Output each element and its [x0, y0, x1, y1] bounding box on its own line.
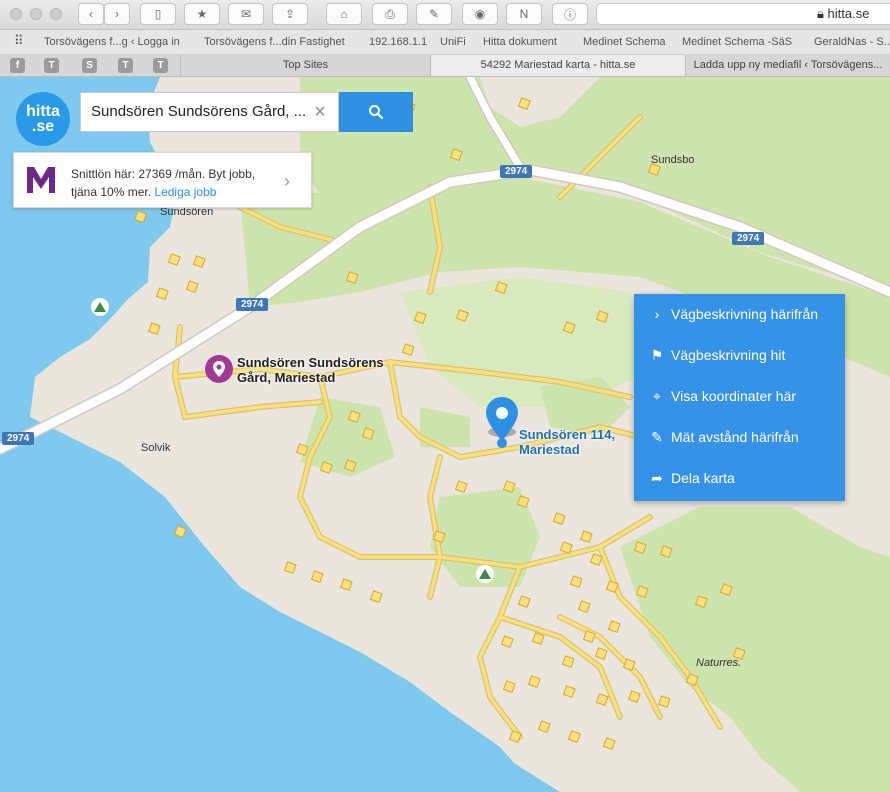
minimize-window-button[interactable]	[30, 8, 42, 20]
info-icon: ⓘ	[563, 7, 576, 22]
pinned-tab[interactable]: T	[118, 58, 133, 73]
bookmark-item[interactable]: Medinet Schema	[583, 36, 666, 48]
ruler-icon: ✎	[651, 429, 663, 445]
monster-logo-icon	[27, 167, 55, 193]
bookmark-item[interactable]: 192.168.1.1	[369, 36, 427, 48]
pinned-tab[interactable]: S	[82, 58, 97, 73]
onenote-button[interactable]: N	[506, 3, 542, 25]
chevron-right-icon: ›	[654, 306, 660, 322]
bookmarks-bar: ⠿ Torsövägens f...g ‹ Logga in Torsöväge…	[0, 30, 890, 55]
share-button[interactable]: ⇪	[272, 3, 308, 25]
road-number-badge: 2974	[732, 232, 765, 245]
search-button[interactable]	[339, 92, 413, 132]
pinned-tab[interactable]: T	[44, 58, 59, 73]
edit-button[interactable]: ✎	[416, 3, 452, 25]
pinned-tab-facebook[interactable]: f	[10, 58, 25, 73]
grid-icon[interactable]: ⠿	[14, 33, 24, 49]
bookmark-item[interactable]: UniFi	[440, 36, 466, 48]
poi-marker[interactable]	[204, 355, 234, 387]
jobs-link[interactable]: Lediga jobb	[154, 185, 216, 199]
close-window-button[interactable]	[10, 8, 22, 20]
clear-search-button[interactable]: ×	[311, 101, 329, 123]
star-icon: ★	[196, 7, 208, 21]
hitta-logo[interactable]: hitta .se	[16, 92, 70, 146]
print-button[interactable]: ⎙	[372, 3, 408, 25]
extension-button[interactable]: ◉	[462, 3, 498, 25]
ad-text: Snittlön här: 27369 /mån. Byt jobb, tjän…	[71, 167, 256, 199]
chevron-right-icon: ›	[284, 171, 290, 191]
zoom-window-button[interactable]	[50, 8, 62, 20]
sidebar-button[interactable]: ▯	[140, 3, 176, 25]
place-label: Naturres.	[696, 657, 742, 669]
sidebar-icon: ▯	[154, 7, 162, 21]
share-icon: ⇪	[284, 7, 296, 21]
chevron-left-icon: ‹	[89, 7, 93, 21]
info-button[interactable]: ⓘ	[552, 3, 588, 25]
address-label: Sundsören 114, Mariestad	[519, 427, 616, 457]
road-number-badge: 2974	[500, 165, 533, 178]
menu-item-directions-to[interactable]: ⚑ Vägbeskrivning hit	[634, 335, 845, 376]
mail-icon: ✉	[240, 7, 252, 21]
tab-hitta-map[interactable]: 54292 Mariestad karta - hitta.se	[430, 55, 685, 76]
mail-button[interactable]: ✉	[228, 3, 264, 25]
lock-icon: 🔒︎	[817, 6, 824, 21]
road-number-badge: 2974	[236, 298, 269, 311]
road-number-badge: 2974	[2, 432, 35, 445]
search-input[interactable]: Sundsören Sundsörens Gård, ...	[80, 92, 339, 132]
tab-top-sites[interactable]: Top Sites	[180, 55, 430, 76]
url-text: hitta.se	[827, 6, 870, 21]
bookmark-item[interactable]: Medinet Schema -SäS	[682, 36, 792, 48]
back-button[interactable]: ‹	[78, 3, 104, 25]
bookmark-item[interactable]: GeraldNas - S...	[814, 36, 890, 48]
chevron-right-icon: ›	[115, 7, 119, 21]
search-icon	[369, 105, 384, 120]
poi-label: Sundsören Sundsörens Gård, Mariestad	[237, 355, 384, 385]
forward-button[interactable]: ›	[104, 3, 130, 25]
share-icon: ➦	[651, 470, 663, 486]
pencil-icon: ✎	[428, 7, 440, 21]
record-icon: ◉	[474, 7, 486, 21]
menu-item-share-map[interactable]: ➦ Dela karta	[634, 458, 845, 499]
crosshair-icon: ⌖	[653, 388, 661, 404]
place-label: Sundsbo	[651, 154, 695, 166]
address-bar[interactable]: 🔒︎ hitta.se	[596, 3, 890, 25]
menu-item-show-coordinates[interactable]: ⌖ Visa koordinater här	[634, 376, 845, 417]
map-context-menu: › Vägbeskrivning härifrån ⚑ Vägbeskrivni…	[634, 294, 845, 501]
menu-item-measure-distance[interactable]: ✎ Mät avstånd härifrån	[634, 417, 845, 458]
printer-icon: ⎙	[385, 6, 395, 21]
bookmark-button[interactable]: ★	[184, 3, 220, 25]
tab-upload-media[interactable]: Ladda upp ny mediafil ‹ Torsövägens...	[685, 55, 890, 76]
pinned-tab[interactable]: T	[153, 58, 168, 73]
home-icon: ⌂	[340, 7, 348, 21]
job-ad-banner[interactable]: Snittlön här: 27369 /mån. Byt jobb, tjän…	[13, 152, 312, 208]
flag-icon: ⚑	[650, 347, 664, 363]
browser-toolbar: ‹ › ▯ ★ ✉ ⇪ ⌂ ⎙ ✎ ◉ N ⓘ 🔒︎ hitta.se	[0, 0, 890, 30]
home-button[interactable]: ⌂	[326, 3, 362, 25]
tab-bar: f T S T T Top Sites 54292 Mariestad kart…	[0, 55, 890, 77]
location-pin-icon[interactable]	[480, 395, 524, 455]
close-icon: ×	[314, 101, 326, 123]
bookmark-item[interactable]: Torsövägens f...g ‹ Logga in	[44, 36, 180, 48]
bookmark-item[interactable]: Torsövägens f...din Fastighet	[204, 36, 345, 48]
place-label: Solvik	[141, 442, 171, 454]
bookmark-item[interactable]: Hitta dokument	[483, 36, 557, 48]
onenote-icon: N	[519, 7, 529, 21]
menu-item-directions-from[interactable]: › Vägbeskrivning härifrån	[634, 294, 845, 335]
